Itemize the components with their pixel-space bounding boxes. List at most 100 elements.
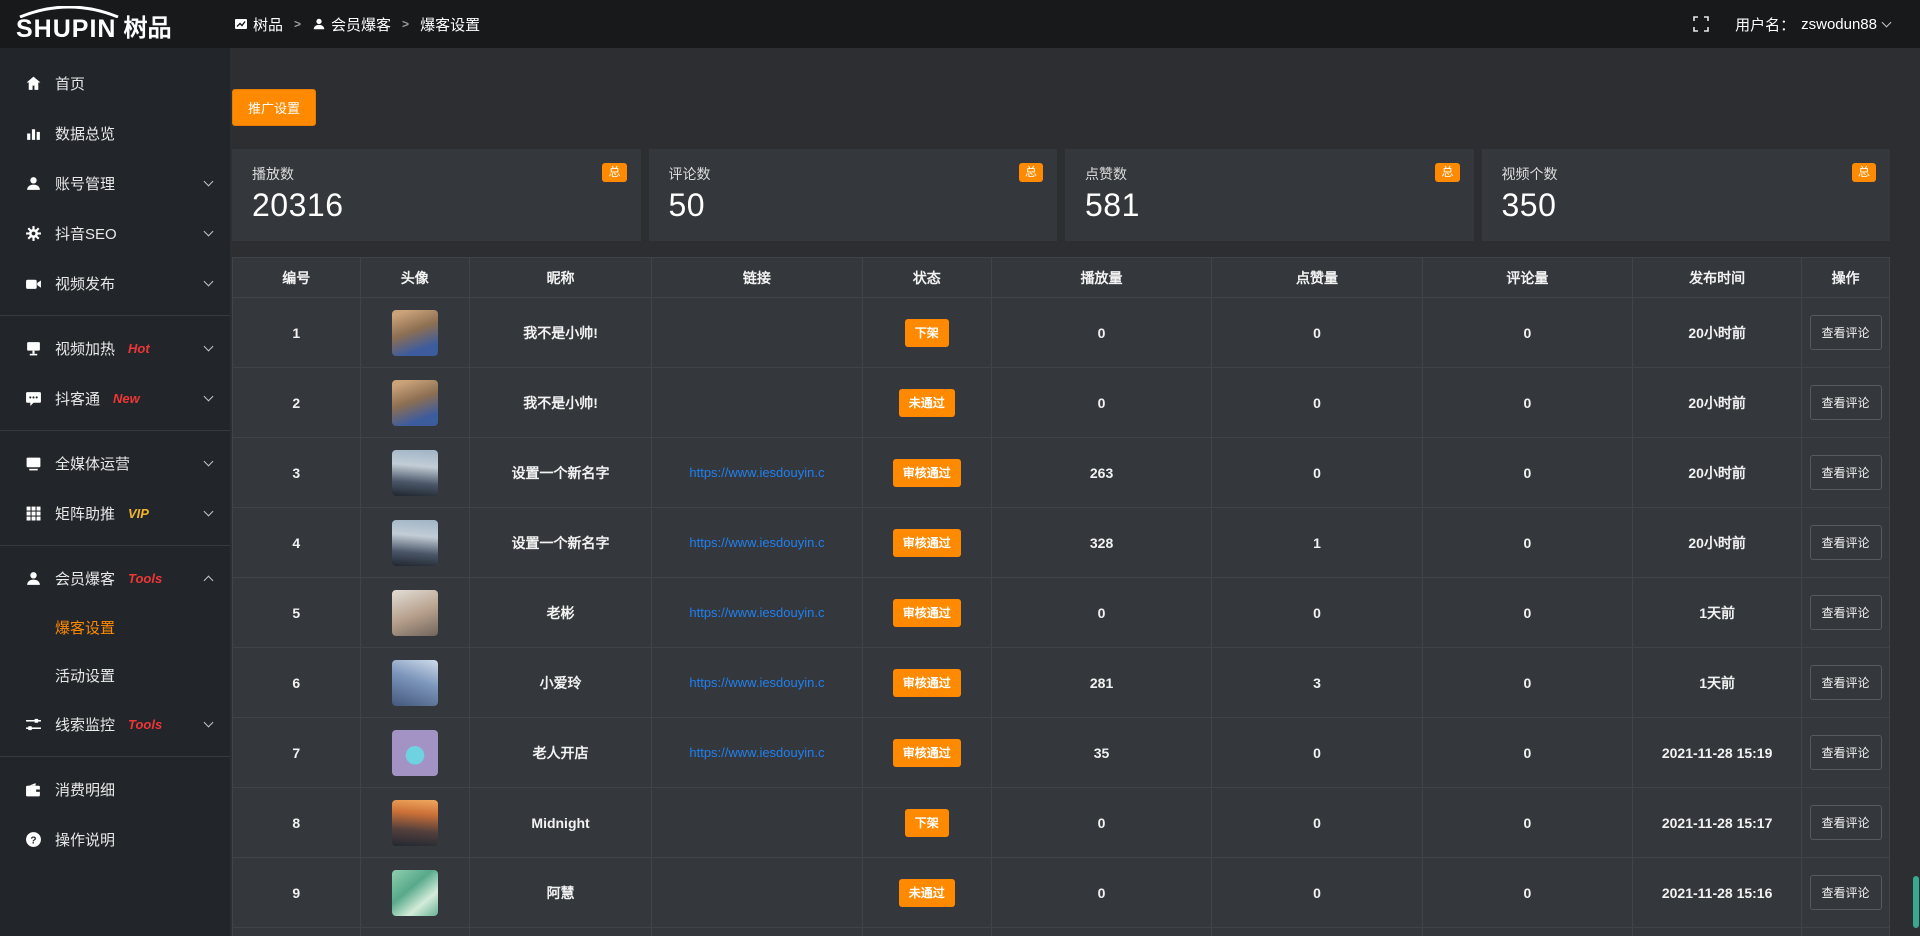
scrollbar-thumb[interactable] — [1913, 876, 1919, 928]
sliders-icon — [25, 716, 42, 733]
table-header-cell: 操作 — [1802, 258, 1890, 298]
monitor-icon — [25, 455, 42, 472]
row-number: 6 — [233, 648, 361, 718]
user-icon — [25, 570, 42, 587]
row-number: 1 — [233, 298, 361, 368]
sidebar-item-matrix-boost[interactable]: 矩阵助推 VIP — [0, 488, 230, 538]
avatar — [392, 730, 438, 776]
view-comments-button[interactable]: 查看评论 — [1810, 595, 1882, 630]
view-comments-button[interactable]: 查看评论 — [1810, 455, 1882, 490]
table-header-cell: 播放量 — [991, 258, 1211, 298]
view-comments-button[interactable]: 查看评论 — [1810, 385, 1882, 420]
sidebar-divider — [0, 545, 230, 546]
sidebar: 首页 数据总览 账号管理 抖音SEO 视频发布 视频加热 Hot 抖客通 New… — [0, 48, 230, 936]
view-comments-button[interactable]: 查看评论 — [1810, 875, 1882, 910]
row-number — [233, 928, 361, 936]
home-icon — [25, 75, 42, 92]
status-badge: 审核通过 — [893, 599, 961, 627]
sidebar-item-expense-detail[interactable]: 消费明细 — [0, 764, 230, 814]
status-badge: 审核通过 — [893, 669, 961, 697]
publish-time: 20小时前 — [1633, 368, 1802, 438]
grid-icon — [25, 505, 42, 522]
video-link[interactable]: https://www.iesdouyin.c — [652, 535, 861, 550]
table-header-cell: 头像 — [360, 258, 469, 298]
nickname: 设置一个新名字 — [469, 438, 651, 508]
avatar — [392, 660, 438, 706]
video-link[interactable]: https://www.iesdouyin.c — [652, 675, 861, 690]
likes-count: 0 — [1212, 368, 1422, 438]
new-badge: New — [113, 391, 140, 406]
video-link[interactable]: https://www.iesdouyin.c — [652, 745, 861, 760]
avatar — [392, 800, 438, 846]
gear-icon — [25, 225, 42, 242]
video-link[interactable]: https://www.iesdouyin.c — [652, 605, 861, 620]
row-number: 2 — [233, 368, 361, 438]
app-logo: SHUPIN 树品 — [0, 7, 230, 42]
view-comments-button[interactable]: 查看评论 — [1810, 665, 1882, 700]
stats-row: 播放数 20316 总 评论数 50 总 点赞数 581 总 视频个数 350 … — [232, 149, 1890, 241]
fullscreen-button[interactable] — [1693, 16, 1709, 32]
sidebar-subitem-baoke-settings[interactable]: 爆客设置 — [0, 603, 230, 651]
status-badge: 审核通过 — [893, 459, 961, 487]
sidebar-item-member-baoke[interactable]: 会员爆客 Tools — [0, 553, 230, 603]
sidebar-subitem-activity-settings[interactable]: 活动设置 — [0, 651, 230, 699]
row-number: 5 — [233, 578, 361, 648]
table-header-cell: 编号 — [233, 258, 361, 298]
stat-card: 视频个数 350 总 — [1482, 149, 1891, 241]
sidebar-divider — [0, 315, 230, 316]
publish-time: 20小时前 — [1633, 438, 1802, 508]
row-number: 3 — [233, 438, 361, 508]
view-comments-button[interactable]: 查看评论 — [1810, 315, 1882, 350]
plays-count: 0 — [991, 788, 1211, 858]
sidebar-item-instructions[interactable]: ? 操作说明 — [0, 814, 230, 864]
sidebar-item-account-mgmt[interactable]: 账号管理 — [0, 158, 230, 208]
svg-text:?: ? — [30, 835, 36, 846]
nickname: 老人开店 — [469, 718, 651, 788]
likes-count: 1 — [1212, 508, 1422, 578]
hot-badge: Hot — [128, 341, 150, 356]
top-bar: SHUPIN 树品 树品 > 会员爆客 > 爆客设置 — [0, 0, 1920, 48]
sidebar-item-douyin-seo[interactable]: 抖音SEO — [0, 208, 230, 258]
sidebar-item-video-heat[interactable]: 视频加热 Hot — [0, 323, 230, 373]
avatar — [392, 450, 438, 496]
breadcrumb-current-page: 爆客设置 — [420, 14, 480, 35]
publish-time: 20小时前 — [1633, 298, 1802, 368]
breadcrumb-root[interactable]: 树品 — [234, 14, 283, 35]
avatar — [392, 870, 438, 916]
promo-settings-button[interactable]: 推广设置 — [232, 89, 316, 126]
view-comments-button[interactable]: 查看评论 — [1810, 525, 1882, 560]
stat-card: 播放数 20316 总 — [232, 149, 641, 241]
comments-count — [1422, 928, 1632, 936]
view-comments-button[interactable]: 查看评论 — [1810, 805, 1882, 840]
sidebar-item-douketong[interactable]: 抖客通 New — [0, 373, 230, 423]
table-row: 8 Midnight 下架 0 0 0 2021-11-28 15:17 查看评… — [233, 788, 1890, 858]
publish-time: 2021-11-28 15:16 — [1633, 858, 1802, 928]
avatar — [392, 590, 438, 636]
comments-count: 0 — [1422, 718, 1632, 788]
plays-count — [991, 928, 1211, 936]
username-value: zswodun88 — [1801, 16, 1877, 33]
bar-chart-icon — [25, 125, 42, 142]
user-menu[interactable]: 用户名：zswodun88 — [1735, 14, 1890, 35]
nickname — [469, 928, 651, 936]
sidebar-item-home[interactable]: 首页 — [0, 58, 230, 108]
stat-value: 20316 — [252, 187, 621, 224]
sidebar-item-data-overview[interactable]: 数据总览 — [0, 108, 230, 158]
chevron-down-icon — [204, 227, 214, 237]
breadcrumb-section[interactable]: 会员爆客 — [312, 14, 391, 35]
plays-count: 0 — [991, 298, 1211, 368]
publish-time — [1633, 928, 1802, 936]
sidebar-item-lead-monitor[interactable]: 线索监控 Tools — [0, 699, 230, 749]
likes-count: 0 — [1212, 788, 1422, 858]
view-comments-button[interactable]: 查看评论 — [1810, 735, 1882, 770]
chevron-down-icon — [204, 177, 214, 187]
sidebar-divider — [0, 430, 230, 431]
fullscreen-icon — [1693, 16, 1709, 32]
video-link[interactable]: https://www.iesdouyin.c — [652, 465, 861, 480]
stat-card: 评论数 50 总 — [649, 149, 1058, 241]
sidebar-item-video-publish[interactable]: 视频发布 — [0, 258, 230, 308]
breadcrumb-separator: > — [294, 17, 301, 31]
publish-time: 1天前 — [1633, 578, 1802, 648]
wallet-icon — [25, 781, 42, 798]
sidebar-item-all-media[interactable]: 全媒体运营 — [0, 438, 230, 488]
